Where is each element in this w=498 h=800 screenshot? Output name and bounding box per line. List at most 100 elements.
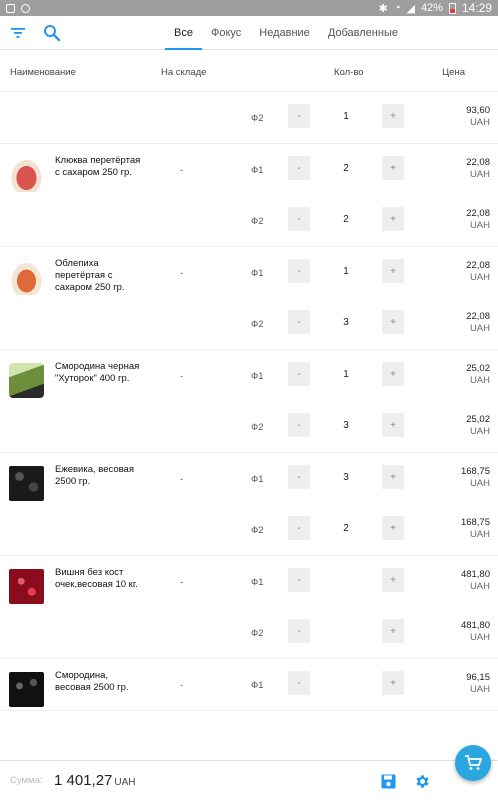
- qty-input[interactable]: [310, 671, 382, 695]
- price-currency: UAH: [469, 375, 490, 386]
- quantity-stepper: -3 +: [288, 310, 404, 334]
- tab-0[interactable]: Все: [165, 16, 202, 50]
- battery-percent: 42%: [420, 2, 443, 14]
- quantity-stepper: -3 +: [288, 465, 404, 489]
- price-value: 168,75: [460, 466, 490, 477]
- qty-plus-button[interactable]: +: [382, 156, 404, 180]
- product-row[interactable]: Облепиха перетёртая с сахаром 250 гр. - Ф1…: [0, 247, 498, 350]
- product-name: Вишня без кост очек,весовая 10 кг.: [55, 567, 138, 590]
- sync-icon: [21, 3, 30, 13]
- product-row[interactable]: Вишня без кост очек,весовая 10 кг. - Ф1- +4…: [0, 556, 498, 659]
- qty-input[interactable]: 2: [310, 516, 382, 540]
- qty-input[interactable]: [310, 568, 382, 592]
- notification-icon: [6, 3, 15, 13]
- qty-minus-button[interactable]: -: [288, 516, 310, 540]
- qty-input[interactable]: 3: [310, 413, 382, 437]
- qty-plus-button[interactable]: +: [382, 619, 404, 643]
- stock-value: -: [180, 371, 184, 382]
- qty-plus-button[interactable]: +: [382, 362, 404, 386]
- tab-1[interactable]: Фокус: [202, 16, 250, 50]
- price-line: Облепиха перетёртая с сахаром 250 гр. - Ф1…: [0, 247, 498, 298]
- product-thumbnail: [9, 363, 44, 398]
- qty-plus-button[interactable]: +: [382, 310, 404, 334]
- price-cell: 22,08 UAH: [466, 260, 490, 284]
- price-line: Ф2-3 +22,08 UAH: [0, 298, 498, 349]
- price-value: 96,15: [466, 672, 490, 683]
- quantity-stepper: - +: [288, 568, 404, 592]
- qty-minus-button[interactable]: -: [288, 104, 310, 128]
- price-value: 22,08: [466, 157, 490, 168]
- qty-plus-button[interactable]: +: [382, 671, 404, 695]
- qty-input[interactable]: 3: [310, 465, 382, 489]
- stock-value: -: [180, 268, 184, 279]
- tab-2[interactable]: Недавние: [250, 16, 319, 50]
- quantity-stepper: -1 +: [288, 104, 404, 128]
- price-cell: 96,15 UAH: [466, 672, 490, 696]
- quantity-stepper: - +: [288, 619, 404, 643]
- warehouse-code: Ф2: [251, 525, 264, 536]
- qty-plus-button[interactable]: +: [382, 104, 404, 128]
- cart-icon: [465, 755, 482, 770]
- price-value: 22,08: [466, 208, 490, 219]
- product-row[interactable]: Смородина, весовая 2500 гр. - Ф1- +96,15 UAH: [0, 659, 498, 711]
- qty-minus-button[interactable]: -: [288, 671, 310, 695]
- product-row[interactable]: Ф2-1 +93,60 UAH: [0, 92, 498, 144]
- price-value: 25,02: [466, 363, 490, 374]
- price-value: 481,80: [460, 569, 490, 580]
- col-qty-header: Кол-во: [334, 67, 364, 78]
- qty-plus-button[interactable]: +: [382, 465, 404, 489]
- product-row[interactable]: Смородина черная "Хуторок" 400 гр. - Ф1-1 +…: [0, 350, 498, 453]
- qty-minus-button[interactable]: -: [288, 362, 310, 386]
- qty-plus-button[interactable]: +: [382, 516, 404, 540]
- qty-input[interactable]: 2: [310, 207, 382, 231]
- price-line: Ф2 -2 +168,75 UAH: [0, 504, 498, 555]
- qty-input[interactable]: 3: [310, 310, 382, 334]
- price-currency: UAH: [469, 581, 490, 592]
- product-name: Клюква перетёртая с сахаром 250 гр.: [55, 155, 141, 178]
- product-row[interactable]: Клюква перетёртая с сахаром 250 гр. - Ф1-2…: [0, 144, 498, 247]
- qty-plus-button[interactable]: +: [382, 207, 404, 231]
- qty-minus-button[interactable]: -: [288, 207, 310, 231]
- quantity-stepper: -1 +: [288, 362, 404, 386]
- qty-minus-button[interactable]: -: [288, 465, 310, 489]
- price-cell: 168,75 UAH: [461, 517, 490, 541]
- qty-input[interactable]: 1: [310, 362, 382, 386]
- qty-minus-button[interactable]: -: [288, 310, 310, 334]
- price-currency: UAH: [469, 529, 490, 540]
- search-icon[interactable]: [41, 22, 63, 44]
- qty-minus-button[interactable]: -: [288, 413, 310, 437]
- sum-label: Сумма:: [10, 775, 43, 786]
- qty-input[interactable]: 2: [310, 156, 382, 180]
- price-value: 481,80: [460, 620, 490, 631]
- price-currency: UAH: [469, 478, 490, 489]
- price-line: Ф2-2 +22,08 UAH: [0, 195, 498, 246]
- warehouse-code: Ф2: [251, 628, 264, 639]
- price-currency: UAH: [469, 684, 490, 695]
- warehouse-code: Ф1: [251, 474, 264, 485]
- qty-minus-button[interactable]: -: [288, 259, 310, 283]
- qty-minus-button[interactable]: -: [288, 156, 310, 180]
- filter-icon[interactable]: [7, 22, 29, 44]
- qty-input[interactable]: [310, 619, 382, 643]
- sum-amount: 1 401,27: [54, 772, 113, 789]
- price-value: 25,02: [466, 414, 490, 425]
- qty-plus-button[interactable]: +: [382, 413, 404, 437]
- price-value: 168,75: [460, 517, 490, 528]
- price-currency: UAH: [469, 323, 490, 334]
- warehouse-code: Ф1: [251, 371, 264, 382]
- battery-icon: [448, 2, 456, 14]
- product-table: Ф2-1 +93,60 UAH Клюква перетёртая с сахаром…: [0, 92, 498, 711]
- gear-icon[interactable]: [412, 771, 432, 791]
- qty-plus-button[interactable]: +: [382, 259, 404, 283]
- qty-input[interactable]: 1: [310, 259, 382, 283]
- product-name: Облепиха перетёртая с сахаром 250 гр.: [55, 258, 125, 293]
- qty-input[interactable]: 1: [310, 104, 382, 128]
- qty-minus-button[interactable]: -: [288, 619, 310, 643]
- qty-plus-button[interactable]: +: [382, 568, 404, 592]
- cart-button[interactable]: [455, 745, 491, 781]
- save-icon[interactable]: [378, 771, 398, 791]
- product-row[interactable]: Ежевика, весовая 2500 гр. - Ф1-3 +168,75 UAH…: [0, 453, 498, 556]
- product-thumbnail: [9, 466, 44, 501]
- tab-3[interactable]: Добавленные: [319, 16, 407, 50]
- qty-minus-button[interactable]: -: [288, 568, 310, 592]
